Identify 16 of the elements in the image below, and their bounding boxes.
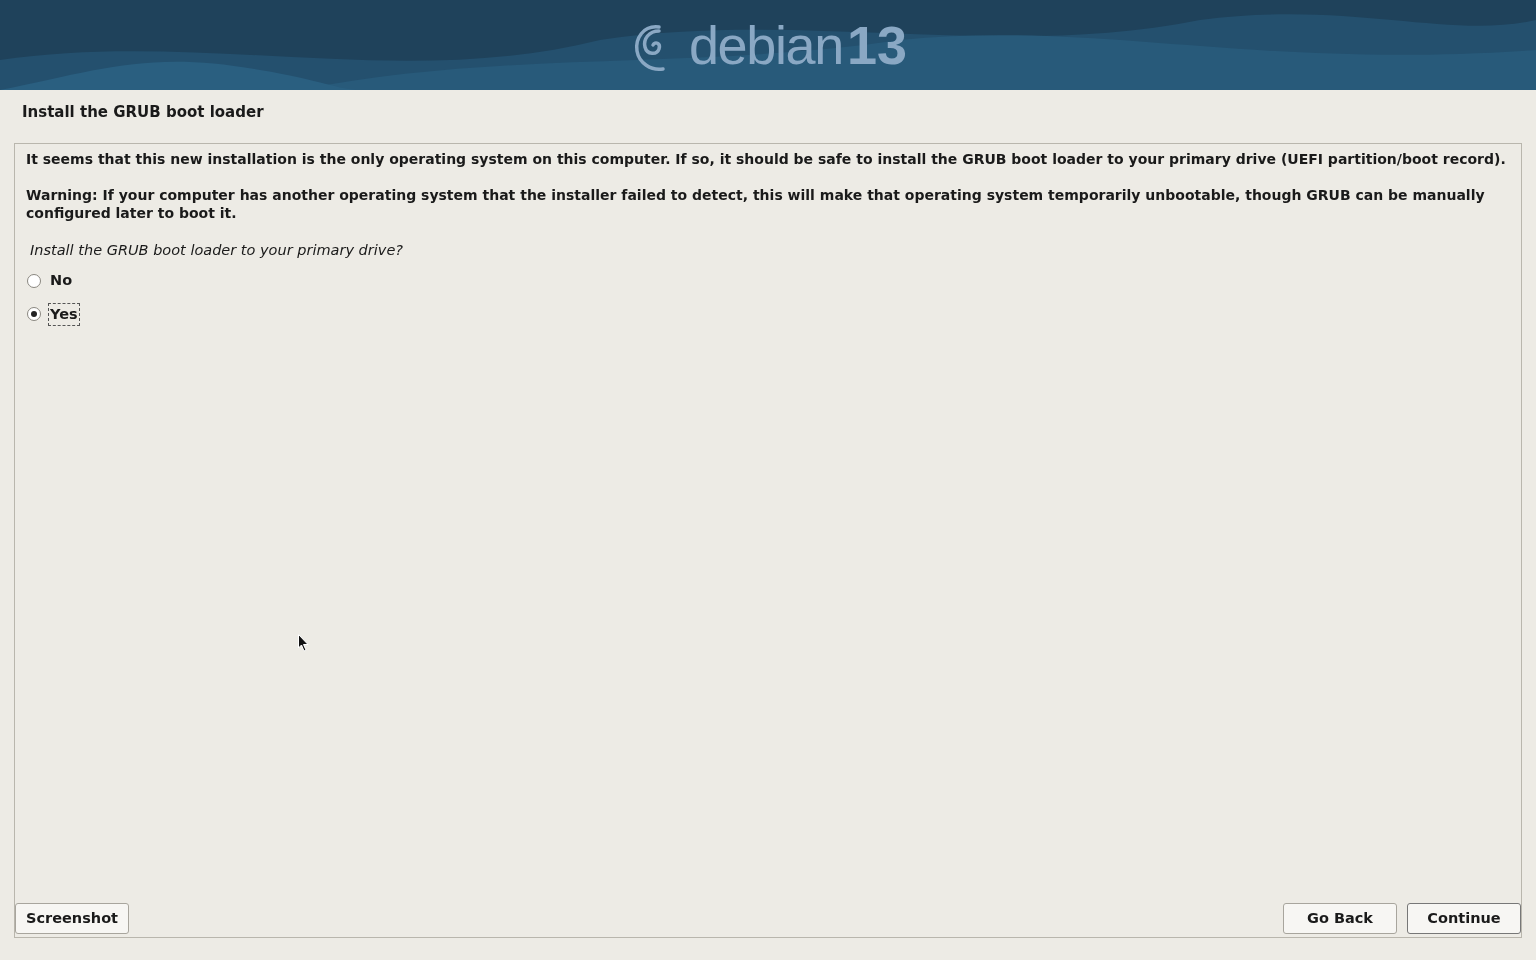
option-label: Yes bbox=[49, 303, 79, 326]
version-text: 13 bbox=[847, 18, 908, 72]
page-title: Install the GRUB boot loader bbox=[21, 102, 265, 123]
description-text: Warning: If your computer has another operating system that the installer failed to detect, this will make that operating system temporarily unbootable, though GRUB can be manually configured later to boot it. bbox=[26, 186, 1486, 222]
radio-option[interactable]: Yes bbox=[26, 303, 1510, 326]
radio-button[interactable] bbox=[27, 273, 41, 288]
screenshot-button[interactable]: Screenshot bbox=[15, 903, 130, 934]
mouse-pointer-icon bbox=[298, 634, 309, 652]
go-back-button[interactable]: Go Back bbox=[1283, 903, 1397, 934]
question-text: Install the GRUB boot loader to your primary drive? bbox=[29, 241, 404, 260]
radio-button[interactable] bbox=[27, 307, 41, 322]
logo-text: debian bbox=[688, 18, 843, 72]
option-label: No bbox=[49, 270, 74, 290]
radio-option[interactable]: No bbox=[26, 269, 1510, 292]
continue-button[interactable]: Continue bbox=[1407, 903, 1521, 934]
description-text: It seems that this new installation is the only operating system on this computer. If so, it should be safe to install the GRUB boot loader to your primary drive (UEFI partition/boot record). bbox=[26, 150, 1507, 168]
